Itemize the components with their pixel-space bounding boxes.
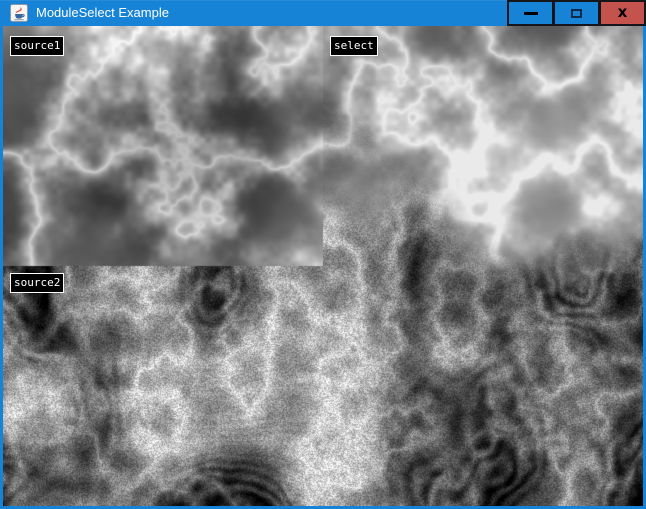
minimize-button[interactable] (507, 0, 554, 26)
render-area: source1 select source2 (3, 26, 643, 506)
java-coffee-cup-icon (10, 4, 28, 22)
source2-label: source2 (10, 273, 64, 293)
minimize-icon (524, 12, 538, 15)
title-bar[interactable]: ModuleSelect Example x (0, 0, 646, 26)
noise-render-canvas (3, 26, 643, 506)
maximize-button[interactable] (553, 0, 600, 26)
select-label: select (330, 36, 378, 56)
window-controls: x (507, 0, 646, 26)
close-button[interactable]: x (599, 0, 646, 26)
maximize-icon (571, 9, 582, 18)
source1-label: source1 (10, 36, 64, 56)
app-window: ModuleSelect Example x source1 select so… (0, 0, 646, 509)
window-title: ModuleSelect Example (36, 0, 169, 26)
close-icon: x (618, 5, 628, 20)
